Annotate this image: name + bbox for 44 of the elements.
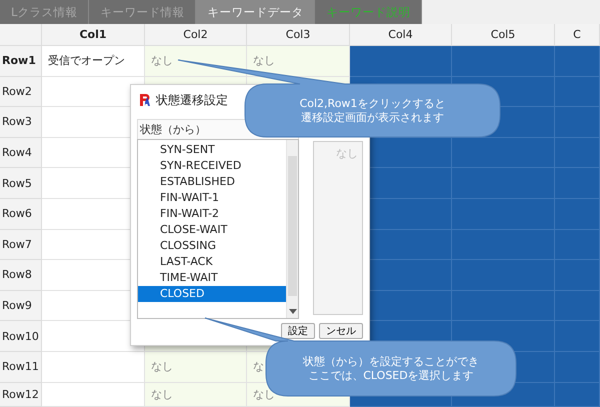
row-header[interactable]: Row9 <box>0 290 42 322</box>
table-cell: なし <box>145 46 247 77</box>
list-item[interactable]: LAST-ACK <box>138 254 286 270</box>
corner-cell <box>0 24 42 46</box>
callout-text: 状態（から）を設定することができ ここでは、CLOSEDを選択します <box>303 354 479 382</box>
row-header[interactable]: Row3 <box>0 107 42 138</box>
row-header[interactable]: Row5 <box>0 168 42 199</box>
list-item[interactable]: ESTABLISHED <box>138 174 286 190</box>
row-header[interactable]: Row6 <box>0 198 42 230</box>
column-header[interactable]: Col1 <box>42 24 145 46</box>
column-header[interactable]: Col2 <box>145 24 247 46</box>
table-cell: なし <box>145 382 247 407</box>
value-text: なし <box>335 146 359 161</box>
list-item[interactable]: TIME-WAIT <box>138 270 286 286</box>
row-header[interactable]: Row12 <box>0 382 42 407</box>
column-header[interactable]: Col4 <box>350 24 452 46</box>
table-cell: 受信でオープン <box>42 46 145 77</box>
list-item[interactable]: CLOSE-WAIT <box>138 222 286 238</box>
callout-text: Col2,Row1をクリックすると 遷移設定画面が表示されます <box>300 96 446 124</box>
list-item[interactable]: SYN-SENT <box>138 142 286 158</box>
scrollbar[interactable] <box>286 140 298 318</box>
logo-icon <box>139 93 151 107</box>
row-header[interactable]: Row4 <box>0 138 42 168</box>
row-header[interactable]: Row10 <box>0 321 42 352</box>
column-header[interactable]: Col3 <box>247 24 350 46</box>
row-header[interactable]: Row1 <box>0 46 42 77</box>
state-list[interactable]: SYN-SENT SYN-RECEIVED ESTABLISHED FIN-WAIT-1 FIN-WAIT-2 CLOSE-WAIT CLOSSING LAST-ACK TIME-WAIT CLOSED <box>137 139 299 319</box>
row-header[interactable]: Row8 <box>0 260 42 291</box>
row-header[interactable]: Row11 <box>0 352 42 383</box>
list-item[interactable]: CLOSSING <box>138 238 286 254</box>
table-cell: なし <box>247 46 350 77</box>
list-item[interactable]: FIN-WAIT-2 <box>138 206 286 222</box>
list-item[interactable]: SYN-RECEIVED <box>138 158 286 174</box>
dialog-button[interactable]: 設定 <box>281 323 315 339</box>
scroll-down-icon[interactable] <box>289 309 297 314</box>
list-item[interactable]: FIN-WAIT-1 <box>138 190 286 206</box>
table-cell: なし <box>145 352 247 383</box>
row-header[interactable]: Row7 <box>0 230 42 260</box>
column-header[interactable]: C <box>555 24 600 46</box>
dialog-button[interactable]: ンセル <box>319 323 363 339</box>
dialog-title: 状態遷移設定 <box>156 92 228 108</box>
column-header[interactable]: Col5 <box>452 24 555 46</box>
list-item[interactable]: CLOSED <box>138 286 286 302</box>
row-header[interactable]: Row2 <box>0 76 42 108</box>
